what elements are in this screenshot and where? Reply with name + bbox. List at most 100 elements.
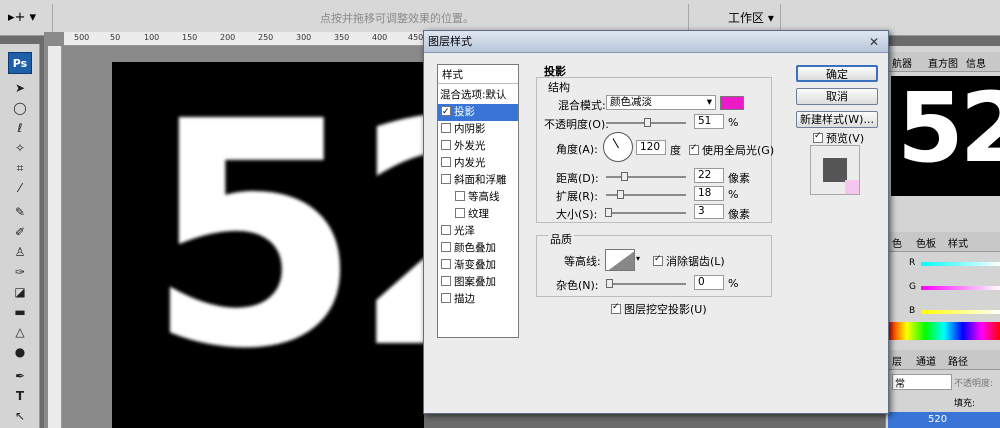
- style-item[interactable]: 颜色叠加: [438, 240, 518, 257]
- knockout-option[interactable]: 图层挖空投影(U): [608, 301, 707, 317]
- style-label: 等高线: [468, 191, 500, 203]
- style-item[interactable]: 投影: [438, 104, 518, 121]
- style-item[interactable]: 斜面和浮雕: [438, 172, 518, 189]
- ok-button[interactable]: 确定: [796, 65, 878, 82]
- tab-paths[interactable]: 路径: [948, 353, 968, 368]
- antialias-option[interactable]: 消除锯齿(L): [650, 253, 725, 269]
- angle-input[interactable]: 120: [636, 140, 666, 155]
- eraser-tool-icon[interactable]: ◪: [10, 284, 30, 300]
- style-checkbox[interactable]: [441, 259, 451, 269]
- navigator-preview[interactable]: 52: [891, 76, 1000, 196]
- knockout-checkbox[interactable]: [611, 302, 621, 314]
- style-checkbox[interactable]: [455, 208, 465, 218]
- antialias-checkbox[interactable]: [653, 254, 663, 266]
- angle-dial[interactable]: [603, 132, 633, 162]
- tab-styles[interactable]: 样式: [948, 235, 968, 250]
- style-checkbox[interactable]: [441, 174, 451, 184]
- size-input[interactable]: 3: [694, 204, 724, 219]
- noise-input[interactable]: 0: [694, 275, 724, 290]
- move-tool-icon[interactable]: ➤: [10, 80, 30, 96]
- style-checkbox[interactable]: [441, 123, 451, 133]
- color-sliders: R G B: [891, 250, 1000, 330]
- workspace-menu[interactable]: 工作区 ▾: [728, 9, 774, 26]
- style-item[interactable]: 描边: [438, 291, 518, 308]
- brush-tool-icon[interactable]: ✐: [10, 224, 30, 240]
- chevron-down-icon[interactable]: ▾: [636, 254, 646, 268]
- style-item[interactable]: 图案叠加: [438, 274, 518, 291]
- g-slider[interactable]: [921, 286, 1000, 290]
- tab-layers[interactable]: 层: [892, 353, 902, 368]
- distance-slider[interactable]: [620, 172, 628, 181]
- type-tool-icon[interactable]: T: [10, 388, 30, 404]
- noise-slider[interactable]: [606, 279, 613, 288]
- blend-mode-select[interactable]: 常: [892, 374, 952, 390]
- b-slider[interactable]: [921, 310, 1000, 314]
- style-checkbox[interactable]: [441, 242, 451, 252]
- size-label: 大小(S):: [556, 208, 598, 221]
- blur-tool-icon[interactable]: △: [10, 324, 30, 340]
- r-slider[interactable]: [921, 262, 1000, 266]
- distance-input[interactable]: 22: [694, 168, 724, 183]
- opacity-slider[interactable]: [643, 118, 651, 127]
- path-select-icon[interactable]: ↖: [10, 408, 30, 424]
- color-spectrum[interactable]: [888, 322, 1000, 340]
- style-preview: [810, 145, 860, 195]
- lasso-tool-icon[interactable]: ℓ: [10, 120, 30, 136]
- new-style-button[interactable]: 新建样式(W)...: [796, 111, 878, 128]
- style-checkbox[interactable]: [441, 225, 451, 235]
- gradient-tool-icon[interactable]: ▬: [10, 304, 30, 320]
- history-brush-icon[interactable]: ✑: [10, 264, 30, 280]
- style-label: 颜色叠加: [454, 242, 496, 254]
- cancel-button[interactable]: 取消: [796, 88, 878, 105]
- contour-picker[interactable]: [605, 249, 635, 271]
- size-slider[interactable]: [605, 208, 613, 217]
- healing-brush-icon[interactable]: ✎: [10, 204, 30, 220]
- eyedropper-icon[interactable]: ⁄: [10, 180, 30, 196]
- shadow-color-swatch[interactable]: [720, 96, 744, 110]
- style-item[interactable]: 等高线: [438, 189, 518, 206]
- ruler-tick: 350: [334, 33, 350, 42]
- move-tool-icon[interactable]: ▸+ ▾: [8, 10, 36, 25]
- style-item[interactable]: 光泽: [438, 223, 518, 240]
- style-item[interactable]: 渐变叠加: [438, 257, 518, 274]
- style-item[interactable]: 混合选项:默认: [438, 87, 518, 104]
- blend-mode-select[interactable]: 颜色减淡 ▾: [606, 95, 716, 110]
- spread-input[interactable]: 18: [694, 186, 724, 201]
- tab-navigator[interactable]: 航器: [892, 55, 912, 70]
- stamp-tool-icon[interactable]: ♙: [10, 244, 30, 260]
- style-checkbox[interactable]: [441, 104, 451, 121]
- crop-tool-icon[interactable]: ⌗: [10, 160, 30, 176]
- canvas[interactable]: 52: [112, 62, 424, 428]
- tab-color[interactable]: 色: [892, 235, 902, 250]
- global-light-option[interactable]: 使用全局光(G): [686, 142, 774, 158]
- tab-swatches[interactable]: 色板: [916, 235, 936, 250]
- r-label: R: [909, 258, 916, 268]
- style-checkbox[interactable]: [455, 191, 465, 201]
- tab-histogram[interactable]: 直方图: [928, 55, 958, 70]
- marquee-tool-icon[interactable]: ◯: [10, 100, 30, 116]
- spread-slider[interactable]: [617, 190, 625, 199]
- preview-checkbox[interactable]: [813, 131, 823, 143]
- global-light-checkbox[interactable]: [689, 143, 699, 155]
- style-item[interactable]: 内阴影: [438, 121, 518, 138]
- tab-info[interactable]: 信息: [966, 55, 986, 70]
- style-item[interactable]: 纹理: [438, 206, 518, 223]
- opacity-input[interactable]: 51: [694, 114, 724, 129]
- layer-name: 520: [928, 414, 948, 425]
- horizontal-ruler: 500 50 100 150 200 250 300 350 400 450: [64, 32, 424, 46]
- close-icon[interactable]: ✕: [866, 34, 882, 50]
- style-checkbox[interactable]: [441, 140, 451, 150]
- pen-tool-icon[interactable]: ✒: [10, 368, 30, 384]
- preview-option[interactable]: 预览(V): [810, 130, 864, 146]
- style-item[interactable]: 内发光: [438, 155, 518, 172]
- dodge-tool-icon[interactable]: ●: [10, 344, 30, 360]
- style-checkbox[interactable]: [441, 276, 451, 286]
- tab-channels[interactable]: 通道: [916, 353, 936, 368]
- magic-wand-icon[interactable]: ✧: [10, 140, 30, 156]
- style-label: 混合选项:默认: [440, 89, 507, 101]
- style-checkbox[interactable]: [441, 157, 451, 167]
- layer-row[interactable]: 520: [888, 412, 1000, 428]
- separator: [780, 4, 781, 32]
- style-checkbox[interactable]: [441, 293, 451, 303]
- style-item[interactable]: 外发光: [438, 138, 518, 155]
